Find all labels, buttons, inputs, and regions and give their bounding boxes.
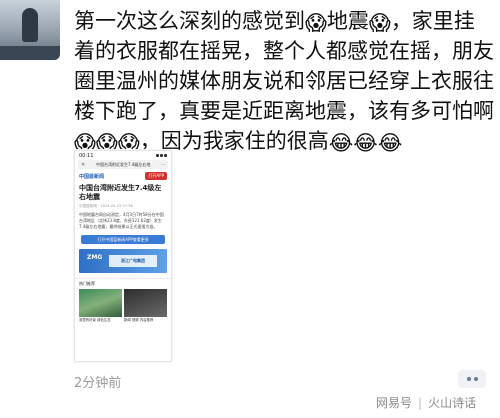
screaming-emoji-icon: 😱 bbox=[305, 11, 327, 35]
hot-recommend-title: 热门推荐 bbox=[75, 278, 171, 289]
open-app-button: 打开APP bbox=[145, 172, 167, 180]
user-avatar[interactable] bbox=[0, 0, 60, 60]
url-bar: ✕ 中国台湾附近发生7.4级左右地 ··· bbox=[78, 160, 168, 169]
avatar-ground bbox=[0, 46, 60, 60]
recommend-item-1: 浙里有好景 绿色生态 bbox=[79, 289, 122, 324]
url-title: 中国台湾附近发生7.4级左右地 bbox=[96, 161, 151, 167]
attached-screenshot[interactable]: 00:11 ✕ 中国台湾附近发生7.4级左右地 ··· 中国蓝新闻 打开APP … bbox=[74, 150, 172, 362]
article-headline: 中国台湾附近发生7.4级左右地震 bbox=[79, 184, 162, 201]
laughing-emoji-icon: 😂 bbox=[328, 131, 354, 155]
post-time: 2分钟前 bbox=[74, 376, 122, 391]
article-body: 中国地震台网自动测定，4月3日7时58分在中国台湾地区（北纬23.8度，东经12… bbox=[79, 212, 164, 229]
status-bar: 00:11 bbox=[75, 151, 171, 160]
thumb-image bbox=[79, 289, 122, 317]
screaming-emoji-icon: 😱 bbox=[368, 11, 391, 35]
menu-icon: ··· bbox=[161, 162, 165, 167]
more-actions-button[interactable] bbox=[458, 370, 486, 388]
recommend-thumbs: 浙里有好景 绿色生态 新闻 视频 内容推荐 bbox=[75, 289, 171, 324]
laughing-emoji-icon: 😂 bbox=[377, 131, 403, 155]
zmg-banner: ZMG 浙江广电集团 bbox=[79, 249, 167, 273]
dot-icon bbox=[466, 377, 471, 381]
open-news-app-button: 打开中国蓝新闻APP查看更多 bbox=[81, 235, 165, 244]
zmg-logo: ZMG bbox=[87, 254, 103, 261]
post-text-segment: 第一次这么深刻的感觉到 bbox=[74, 9, 305, 33]
thumb-image bbox=[124, 289, 167, 317]
watermark-right: 火山诗话 bbox=[428, 396, 477, 410]
dot-icon bbox=[473, 377, 478, 381]
close-icon: ✕ bbox=[81, 161, 86, 168]
thumb-caption: 浙里有好景 绿色生态 bbox=[79, 318, 111, 322]
post-text: 第一次这么深刻的感觉到😱地震😱，家里挂着的衣服都在摇晃，整个人都感觉在摇，朋友圈… bbox=[74, 6, 494, 156]
post-text-segment: 地震 bbox=[326, 9, 369, 33]
recommend-item-2: 新闻 视频 内容推荐 bbox=[124, 289, 167, 324]
watermark-separator: | bbox=[418, 395, 423, 410]
brand-logo: 中国蓝新闻 bbox=[79, 173, 105, 180]
signal-icon bbox=[156, 154, 167, 157]
watermark: 网易号 | 火山诗话 bbox=[376, 394, 476, 411]
status-time: 00:11 bbox=[79, 152, 94, 159]
watermark-left: 网易号 bbox=[376, 396, 413, 410]
article-source: 中国蓝新闻 · 2024-04-03 07:58 bbox=[79, 204, 133, 208]
brand-row: 中国蓝新闻 打开APP bbox=[75, 169, 171, 183]
thumb-caption: 新闻 视频 内容推荐 bbox=[124, 318, 154, 322]
laughing-emoji-icon: 😂 bbox=[353, 131, 378, 155]
banner-slogan: 浙江广电集团 bbox=[109, 255, 157, 267]
avatar-figure bbox=[22, 8, 38, 42]
